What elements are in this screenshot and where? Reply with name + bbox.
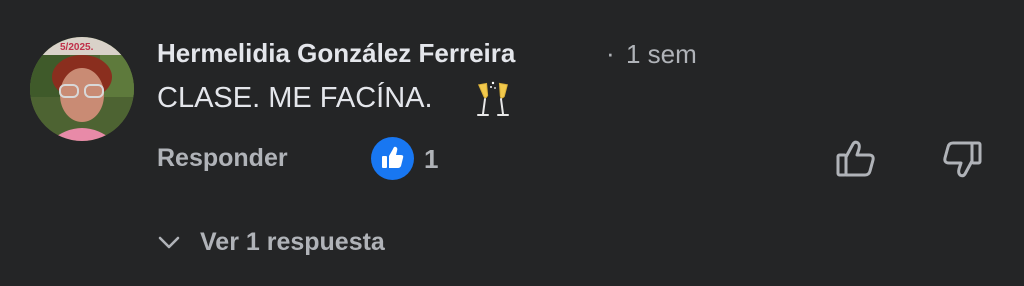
comment-text: CLASE. ME FACÍNA.: [157, 82, 433, 114]
profile-photo: 5/2025.: [30, 37, 134, 141]
comment-author[interactable]: Hermelidia González Ferreira: [157, 38, 515, 69]
like-button[interactable]: [834, 137, 878, 181]
view-replies-button[interactable]: Ver 1 respuesta: [156, 226, 385, 258]
chevron-down-icon: [158, 236, 180, 249]
thumbs-up-filled-icon: [382, 146, 404, 168]
avatar[interactable]: 5/2025.: [30, 37, 134, 141]
thumbs-up-icon: [836, 140, 875, 177]
separator-dot: ·: [606, 38, 615, 68]
like-reaction-badge[interactable]: [371, 137, 414, 180]
reply-button[interactable]: Responder: [157, 144, 288, 173]
champagne-glasses-icon: [477, 81, 509, 116]
like-count: 1: [424, 144, 439, 174]
avatar-overlay-text: 5/2025.: [60, 42, 94, 53]
view-replies-label: Ver 1 respuesta: [200, 227, 385, 256]
thumbs-down-icon: [943, 141, 982, 178]
dislike-button[interactable]: [940, 137, 984, 181]
comment-item: 5/2025. Hermelidia González Ferreira · 1…: [0, 0, 1024, 286]
comment-time[interactable]: 1 sem: [626, 39, 697, 70]
